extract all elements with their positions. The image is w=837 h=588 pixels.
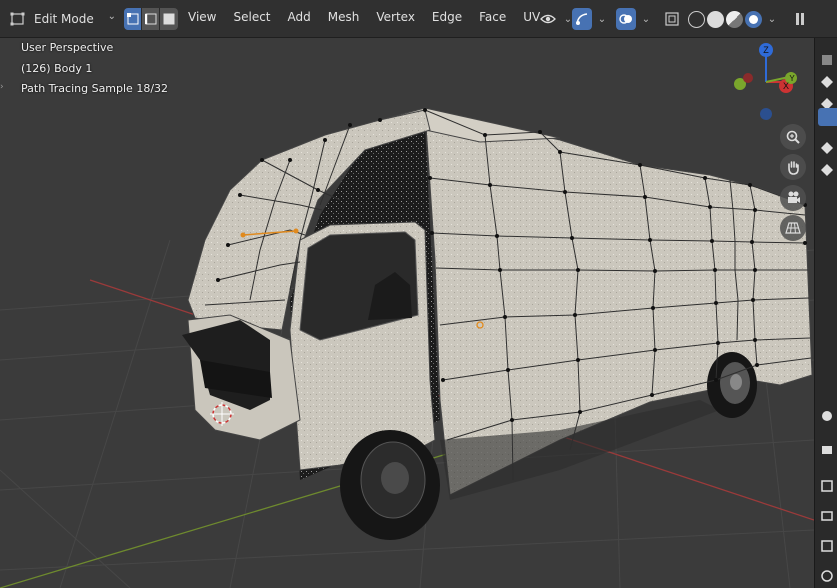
- xray-group: [662, 8, 682, 30]
- view-layer-tab-icon[interactable]: [819, 508, 835, 524]
- pause-icon[interactable]: [790, 8, 810, 30]
- gizmo-icon: [576, 13, 588, 25]
- visibility-icon: [540, 14, 556, 24]
- gizmo-z-label: Z: [763, 45, 769, 55]
- view-perspective-label: User Perspective: [21, 41, 114, 54]
- menu-add[interactable]: Add: [288, 10, 311, 24]
- xray-toggle-button[interactable]: [662, 8, 682, 30]
- menu-select[interactable]: Select: [233, 10, 270, 24]
- vertex-select-icon: [126, 13, 138, 25]
- scene-tab-icon[interactable]: [819, 538, 835, 554]
- gizmo-group: ⌄: [572, 8, 612, 30]
- properties-tabs: [814, 38, 837, 588]
- selected-vertex: [293, 228, 299, 234]
- render-sample-status: Path Tracing Sample 18/32: [21, 82, 169, 95]
- toolbar-collapse-icon[interactable]: ›: [0, 82, 4, 92]
- face-select-button[interactable]: [160, 8, 178, 30]
- overlay-toggle-button[interactable]: [616, 8, 636, 30]
- wireframe-icon[interactable]: [688, 10, 705, 28]
- menu-view[interactable]: View: [188, 10, 216, 24]
- toggle-ortho-button[interactable]: [780, 215, 806, 241]
- material-icon[interactable]: [726, 10, 743, 28]
- menu-vertex[interactable]: Vertex: [376, 10, 415, 24]
- overlay-icon: [619, 14, 632, 24]
- physics-tab-icon[interactable]: [819, 162, 835, 178]
- zoom-button[interactable]: [780, 124, 806, 150]
- edge-select-button[interactable]: [142, 8, 160, 30]
- world-tab-icon[interactable]: [819, 568, 835, 584]
- gizmo-y-label: Y: [789, 74, 795, 83]
- active-tab-indicator[interactable]: [818, 108, 837, 126]
- face-select-icon: [163, 13, 175, 25]
- pan-button[interactable]: [780, 154, 806, 180]
- mode-label: Edit Mode: [34, 12, 94, 26]
- settings-tab-icon[interactable]: [819, 408, 835, 424]
- grid-icon: [785, 222, 801, 234]
- menu-face[interactable]: Face: [479, 10, 506, 24]
- visibility-button[interactable]: [538, 8, 558, 30]
- selected-vertex: [240, 232, 246, 238]
- chevron-down-icon: ⌄: [107, 11, 116, 22]
- mode-selector[interactable]: Edit Mode ⌄: [10, 8, 120, 30]
- gizmo-x-label: X: [783, 81, 789, 91]
- sidebar-toggle[interactable]: [790, 8, 810, 30]
- overlay-group: ⌄: [616, 8, 656, 30]
- edge-select-icon: [144, 13, 156, 25]
- active-object-label: (126) Body 1: [21, 62, 93, 75]
- menu-bar: View Select Add Mesh Vertex Edge Face UV: [188, 10, 557, 24]
- vertex-select-button[interactable]: [124, 8, 142, 30]
- render-tab-icon[interactable]: [819, 442, 835, 458]
- van-model[interactable]: [182, 107, 813, 540]
- chevron-down-icon[interactable]: ⌄: [636, 8, 656, 30]
- pan-hand-icon: [788, 161, 799, 175]
- front-wheel[interactable]: [340, 430, 440, 540]
- chevron-down-icon[interactable]: ⌄: [764, 8, 780, 30]
- view-tab-icon[interactable]: [819, 74, 835, 90]
- shading-group: ⌄: [688, 8, 780, 30]
- rear-wheel[interactable]: [707, 352, 757, 418]
- scene-canvas[interactable]: Z X Y: [0, 38, 814, 588]
- viewport-header: Edit Mode ⌄ View Select Add Mesh Vertex …: [0, 0, 837, 38]
- select-mode-group: [124, 8, 178, 30]
- menu-mesh[interactable]: Mesh: [328, 10, 360, 24]
- navigation-gizmo[interactable]: Z X Y: [734, 43, 797, 120]
- output-tab-icon[interactable]: [819, 478, 835, 494]
- menu-edge[interactable]: Edge: [432, 10, 462, 24]
- camera-view-button[interactable]: [780, 185, 806, 211]
- chevron-down-icon[interactable]: ⌄: [592, 8, 612, 30]
- zoom-icon: [786, 130, 800, 144]
- edit-mode-icon: [10, 11, 28, 27]
- modifier-tab-icon[interactable]: [819, 140, 835, 156]
- rendered-icon[interactable]: [745, 10, 762, 28]
- solid-icon[interactable]: [707, 10, 724, 28]
- tool-tab-icon[interactable]: [819, 52, 835, 68]
- gizmo-toggle-button[interactable]: [572, 8, 592, 30]
- 3d-viewport[interactable]: Z X Y User Perspective (126) Body 1 Path…: [0, 38, 814, 588]
- xray-icon: [665, 12, 679, 26]
- camera-icon: [788, 191, 800, 203]
